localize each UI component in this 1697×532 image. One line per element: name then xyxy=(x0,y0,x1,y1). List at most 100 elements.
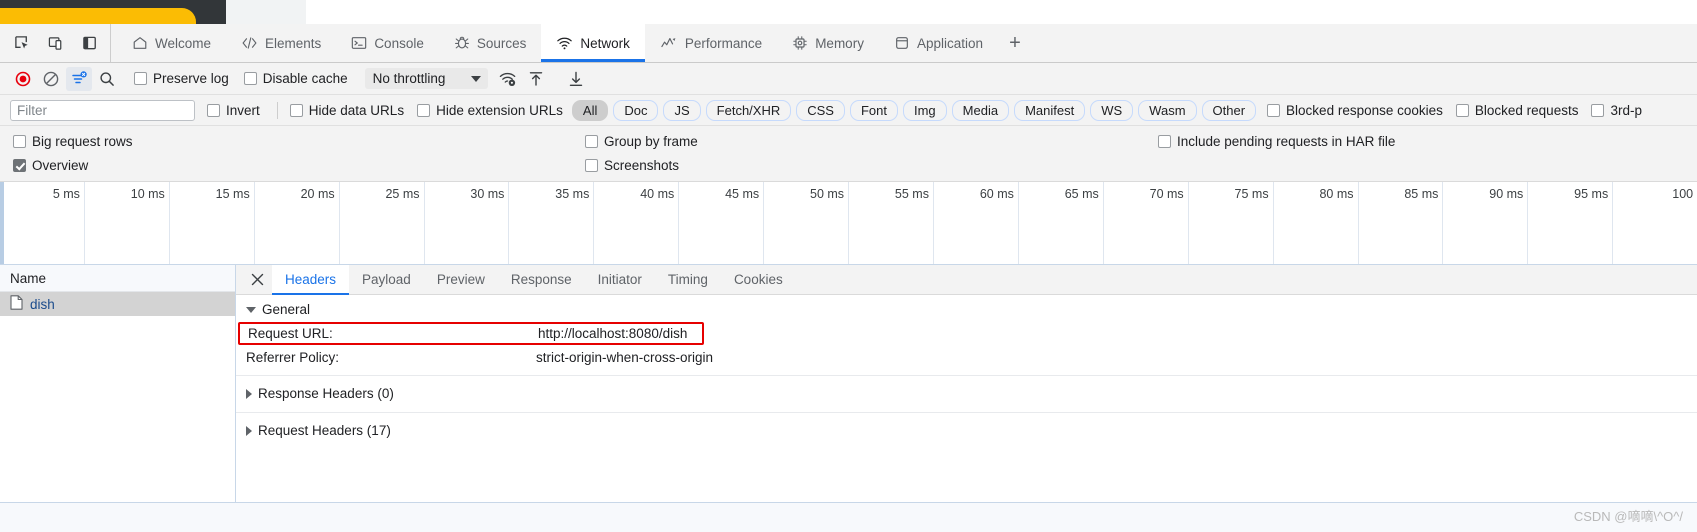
tab-elements[interactable]: Elements xyxy=(226,24,336,62)
request-list-header[interactable]: Name xyxy=(0,265,235,292)
overview-checkbox[interactable]: Overview xyxy=(13,158,88,173)
search-input[interactable] xyxy=(10,99,195,121)
type-filter-css[interactable]: CSS xyxy=(796,99,845,121)
request-headers-section-header[interactable]: Request Headers (17) xyxy=(236,419,1697,442)
close-icon[interactable] xyxy=(242,265,272,294)
include-pending-har-box xyxy=(1158,134,1171,148)
group-by-frame-label: Group by frame xyxy=(604,133,698,149)
tab-sources[interactable]: Sources xyxy=(439,24,542,62)
overview-selection-handle[interactable] xyxy=(0,182,4,264)
referrer-policy-row: Referrer Policy: strict-origin-when-cros… xyxy=(236,347,1697,368)
type-filter-img[interactable]: Img xyxy=(902,99,947,121)
overview-tick-cell: 90 ms xyxy=(1443,182,1529,264)
overview-tick-cell: 100 xyxy=(1613,182,1697,264)
filter-toggle-button[interactable] xyxy=(66,66,92,91)
tab-memory[interactable]: Memory xyxy=(777,24,879,62)
network-conditions-icon[interactable] xyxy=(495,67,521,91)
network-lower-area: Name dish Headers Payload Preview Respon… xyxy=(0,265,1697,507)
type-filter-other[interactable]: Other xyxy=(1201,99,1257,121)
throttling-dropdown[interactable]: No throttling xyxy=(364,68,489,89)
overview-tick-cell: 80 ms xyxy=(1274,182,1359,264)
hide-extension-urls-checkbox[interactable]: Hide extension URLs xyxy=(417,103,563,118)
tab-console[interactable]: Console xyxy=(336,24,439,62)
tick-label: 100 xyxy=(1672,187,1694,201)
devtools-tabbar: Welcome Elements Console Sources Network xyxy=(0,24,1697,63)
tick-label: 70 ms xyxy=(1149,187,1184,201)
network-overview-timeline[interactable]: 5 ms 10 ms 15 ms 20 ms 25 ms 30 ms 35 ms… xyxy=(0,182,1697,265)
type-filter-doc[interactable]: Doc xyxy=(613,99,659,121)
overview-tick-cell: 10 ms xyxy=(85,182,170,264)
type-filter-fetch-xhr[interactable]: Fetch/XHR xyxy=(705,99,792,121)
preserve-log-label: Preserve log xyxy=(153,71,229,86)
tick-label: 25 ms xyxy=(385,187,420,201)
third-party-checkbox[interactable]: 3rd-p xyxy=(1591,103,1642,118)
tab-label: Memory xyxy=(815,35,864,51)
clear-button[interactable] xyxy=(38,67,64,91)
request-url-value: http://localhost:8080/dish xyxy=(538,326,688,341)
include-pending-har-label: Include pending requests in HAR file xyxy=(1177,133,1396,149)
overview-tick-cell: 5 ms xyxy=(0,182,85,264)
overview-tick-cell: 75 ms xyxy=(1189,182,1274,264)
memory-chip-icon xyxy=(792,35,808,51)
overview-tick-cell: 50 ms xyxy=(764,182,850,264)
inspect-element-icon[interactable] xyxy=(10,31,34,55)
type-filter-ws[interactable]: WS xyxy=(1090,99,1134,121)
invert-checkbox[interactable]: Invert xyxy=(207,103,260,118)
tab-initiator[interactable]: Initiator xyxy=(585,265,655,294)
import-har-icon[interactable] xyxy=(523,67,549,91)
table-row[interactable]: dish xyxy=(0,292,235,316)
response-headers-section-header[interactable]: Response Headers (0) xyxy=(236,382,1697,405)
include-pending-har-checkbox[interactable]: Include pending requests in HAR file xyxy=(1158,134,1395,149)
tab-preview[interactable]: Preview xyxy=(424,265,498,294)
tab-welcome[interactable]: Welcome xyxy=(117,24,226,62)
devtools-panel-tabs: Welcome Elements Console Sources Network xyxy=(111,24,1032,62)
group-by-frame-checkbox[interactable]: Group by frame xyxy=(585,134,698,149)
tab-label: Welcome xyxy=(155,35,212,51)
export-har-icon[interactable] xyxy=(563,67,589,91)
tick-label: 80 ms xyxy=(1319,187,1354,201)
tab-performance[interactable]: Performance xyxy=(645,24,777,62)
hide-data-urls-checkbox[interactable]: Hide data URLs xyxy=(289,103,404,118)
tick-label: 30 ms xyxy=(470,187,505,201)
chrome-active-tab[interactable] xyxy=(0,8,196,24)
record-button[interactable] xyxy=(10,67,36,91)
type-filter-wasm[interactable]: Wasm xyxy=(1138,99,1197,121)
search-button[interactable] xyxy=(94,67,120,91)
big-request-rows-box xyxy=(13,134,26,148)
disable-cache-checkbox[interactable]: Disable cache xyxy=(243,71,348,86)
type-filter-media[interactable]: Media xyxy=(951,99,1010,121)
type-filter-js[interactable]: JS xyxy=(663,99,701,121)
device-toolbar-icon[interactable] xyxy=(44,31,68,55)
overview-tick-cell: 70 ms xyxy=(1104,182,1189,264)
preserve-log-checkbox[interactable]: Preserve log xyxy=(134,71,229,86)
request-list-panel: Name dish xyxy=(0,265,236,507)
overview-tick-cell: 85 ms xyxy=(1359,182,1444,264)
type-filter-all[interactable]: All xyxy=(571,99,609,121)
type-filter-manifest[interactable]: Manifest xyxy=(1014,99,1086,121)
big-request-rows-checkbox[interactable]: Big request rows xyxy=(13,134,133,149)
tick-label: 20 ms xyxy=(300,187,335,201)
overview-tick-cell: 45 ms xyxy=(679,182,765,264)
tab-network[interactable]: Network xyxy=(541,24,645,62)
general-section-header[interactable]: General xyxy=(236,298,1697,321)
tick-label: 40 ms xyxy=(640,187,675,201)
divider xyxy=(276,101,278,119)
tick-label: 60 ms xyxy=(979,187,1014,201)
more-tools-button[interactable]: + xyxy=(998,24,1032,62)
blocked-response-cookies-checkbox[interactable]: Blocked response cookies xyxy=(1267,103,1443,118)
chevron-right-icon xyxy=(246,425,252,436)
type-filter-font[interactable]: Font xyxy=(849,99,898,121)
tab-response[interactable]: Response xyxy=(498,265,585,294)
tab-timing[interactable]: Timing xyxy=(655,265,721,294)
dock-side-icon[interactable] xyxy=(78,31,102,55)
tick-label: 75 ms xyxy=(1234,187,1269,201)
tab-cookies[interactable]: Cookies xyxy=(721,265,796,294)
overview-label: Overview xyxy=(32,157,89,173)
blocked-requests-checkbox[interactable]: Blocked requests xyxy=(1455,103,1578,118)
screenshots-checkbox[interactable]: Screenshots xyxy=(585,158,679,173)
tab-headers[interactable]: Headers xyxy=(272,265,350,295)
tab-payload[interactable]: Payload xyxy=(349,265,424,294)
chevron-down-icon xyxy=(471,75,482,82)
tab-application[interactable]: Application xyxy=(879,24,998,62)
home-icon xyxy=(132,35,148,51)
